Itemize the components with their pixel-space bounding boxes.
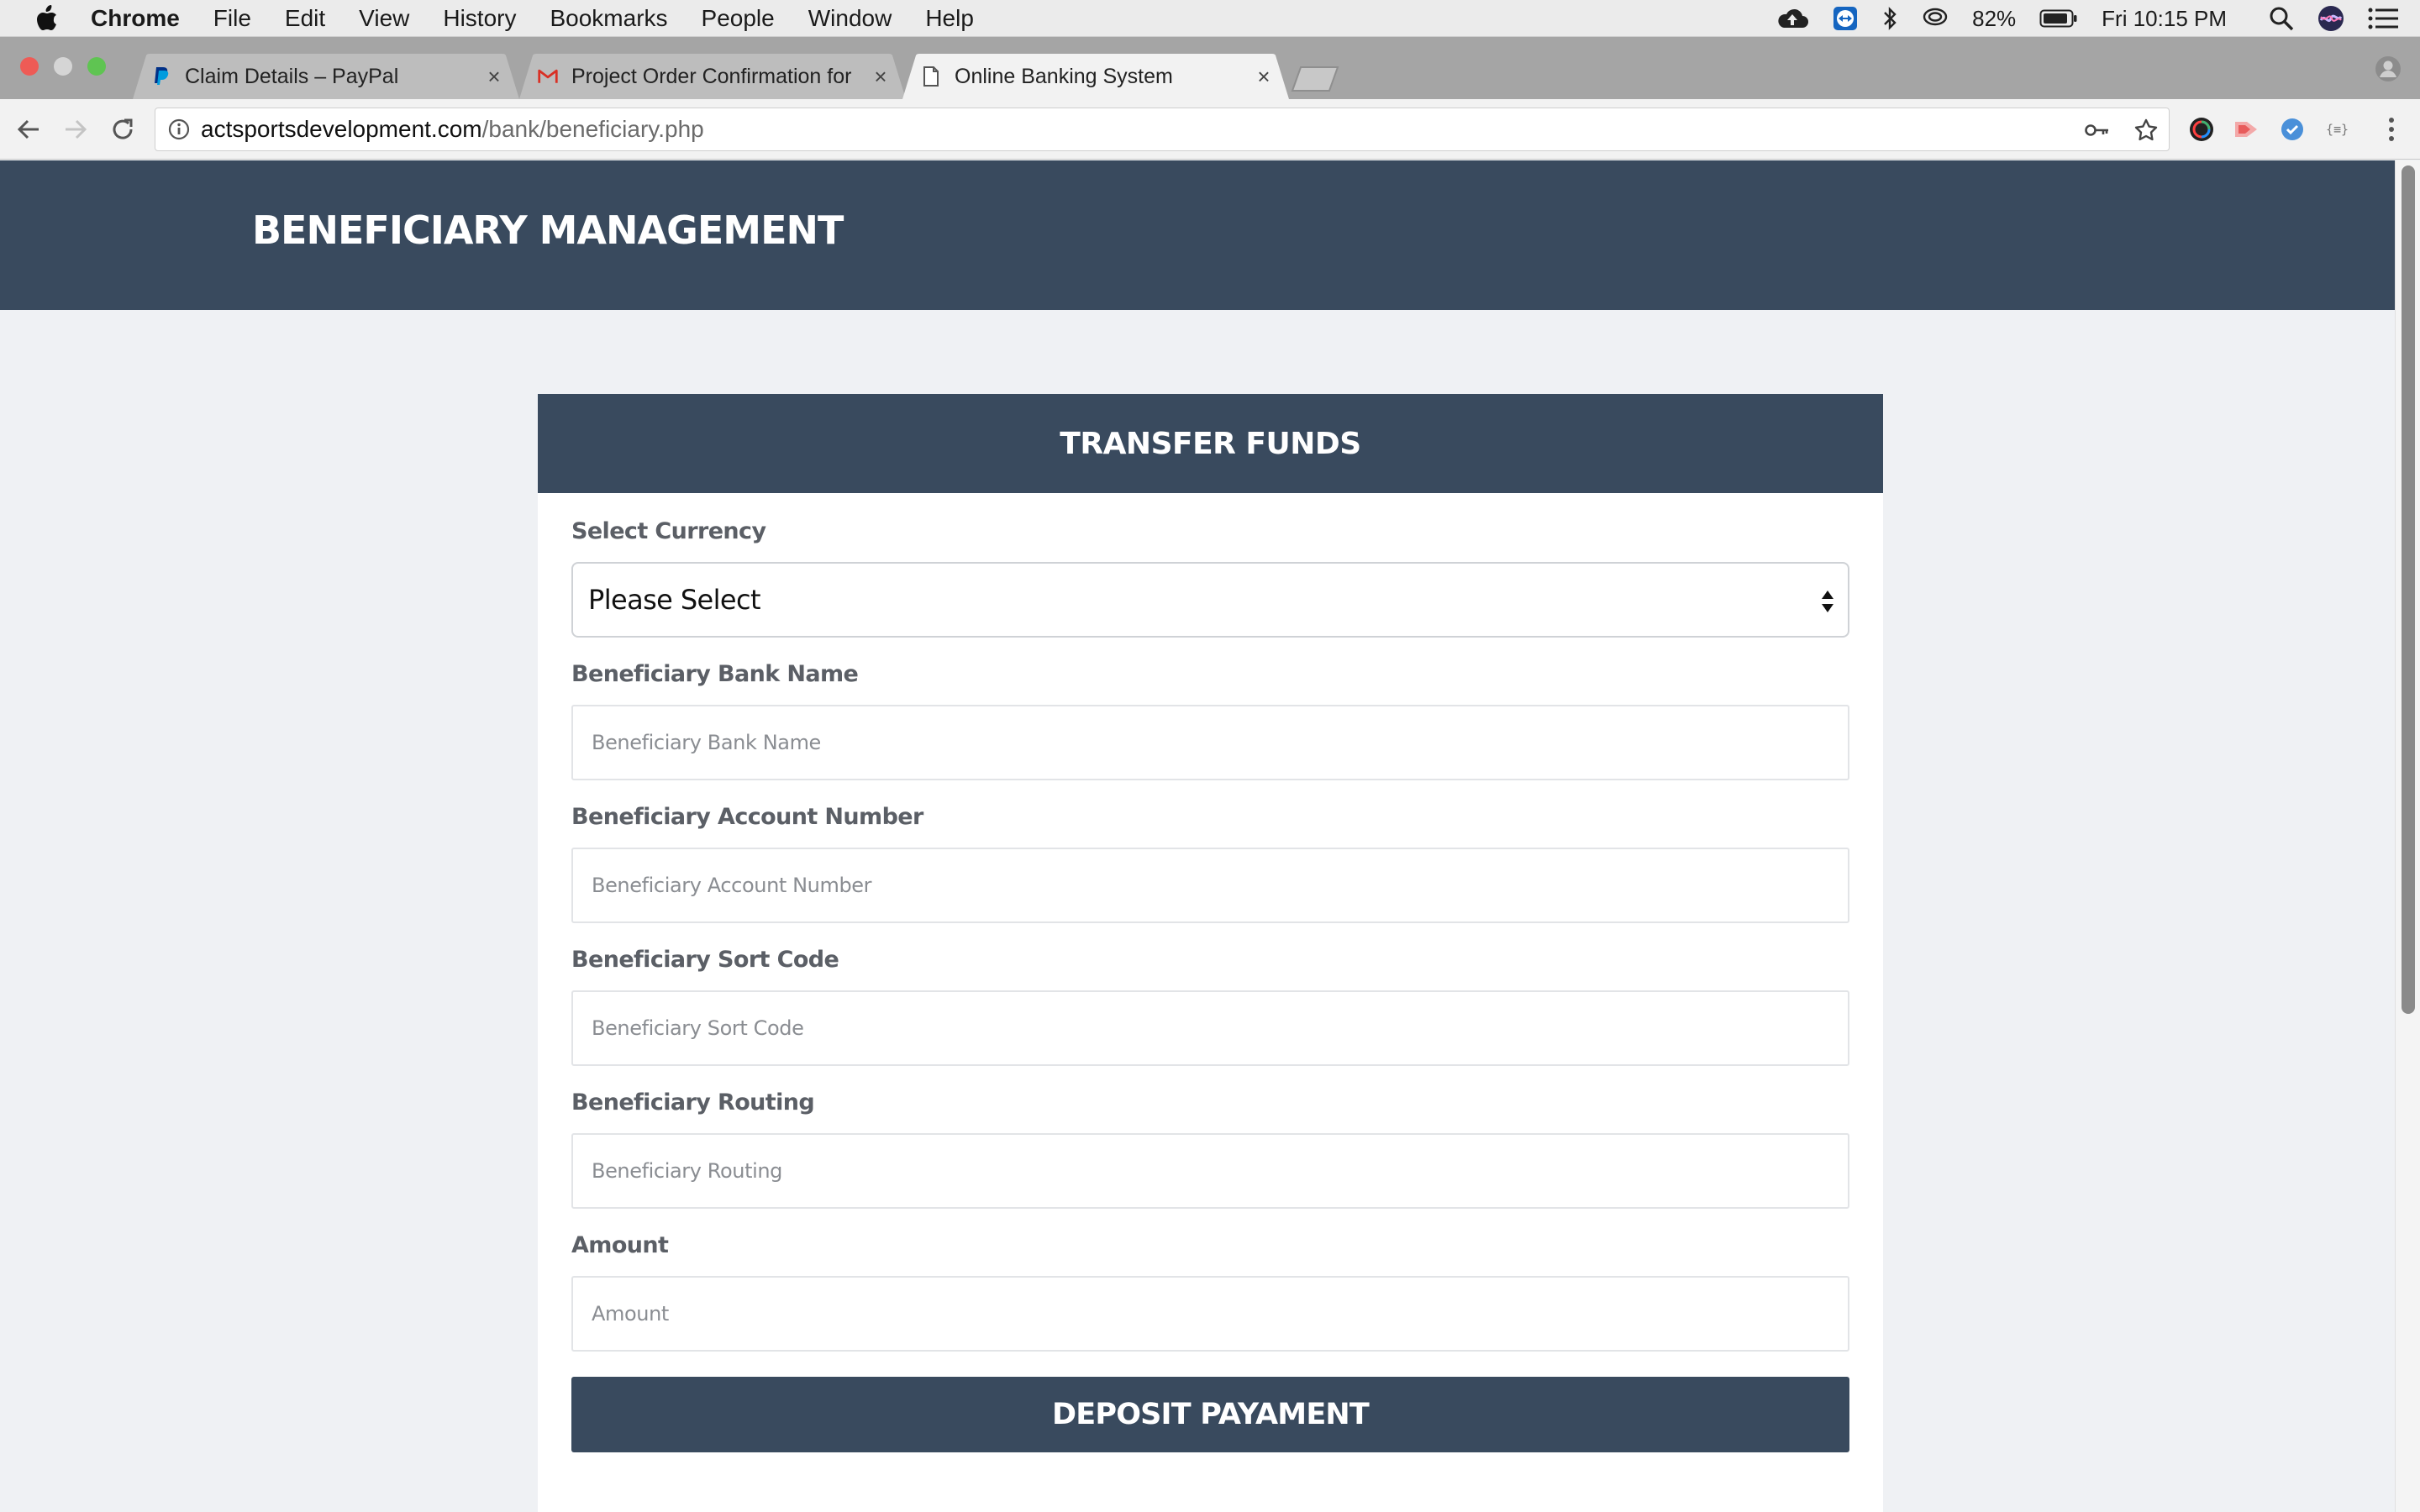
transfer-funds-card: TRANSFER FUNDS Select Currency Please Se… xyxy=(538,394,1883,1512)
routing-input[interactable] xyxy=(571,1133,1849,1209)
tab-close-icon[interactable]: × xyxy=(1254,64,1274,89)
menu-people[interactable]: People xyxy=(702,5,775,32)
address-bar[interactable]: actsportsdevelopment.com/bank/beneficiar… xyxy=(155,108,2170,151)
url-text[interactable]: actsportsdevelopment.com/bank/beneficiar… xyxy=(201,116,704,143)
tab-online-banking[interactable]: Online Banking System × xyxy=(902,54,1289,99)
airplay-icon[interactable] xyxy=(1922,7,1949,30)
profile-icon[interactable] xyxy=(2375,55,2402,82)
document-icon xyxy=(921,66,941,87)
page-header: BENEFICIARY MANAGEMENT xyxy=(0,160,2395,310)
url-host: actsportsdevelopment.com xyxy=(201,116,482,142)
card-title: TRANSFER FUNDS xyxy=(1060,426,1361,461)
chrome-menu-icon[interactable] xyxy=(2378,116,2405,143)
teamviewer-icon[interactable] xyxy=(1833,6,1858,31)
routing-label: Beneficiary Routing xyxy=(571,1089,815,1116)
sort-code-input[interactable] xyxy=(571,990,1849,1066)
currency-select-value: Please Select xyxy=(588,584,761,616)
tab-title: Project Order Confirmation for xyxy=(571,64,852,88)
page-title: BENEFICIARY MANAGEMENT xyxy=(252,207,844,253)
amount-input[interactable] xyxy=(571,1276,1849,1352)
menu-view[interactable]: View xyxy=(359,5,409,32)
extension-json-icon[interactable]: {≡} xyxy=(2326,116,2353,143)
tab-project-order[interactable]: Project Order Confirmation for × xyxy=(519,54,906,99)
menu-window[interactable]: Window xyxy=(808,5,892,32)
tab-title: Online Banking System xyxy=(955,64,1173,88)
tab-title: Claim Details – PayPal xyxy=(185,64,399,88)
bookmark-star-icon[interactable] xyxy=(2133,118,2159,143)
menu-help[interactable]: Help xyxy=(925,5,974,32)
password-key-icon[interactable] xyxy=(2085,123,2110,138)
account-number-label: Beneficiary Account Number xyxy=(571,804,923,830)
menu-file[interactable]: File xyxy=(213,5,251,32)
extension-check-icon[interactable] xyxy=(2279,116,2306,143)
site-info-icon[interactable] xyxy=(167,118,191,141)
page-scrollbar[interactable] xyxy=(2395,160,2420,1512)
bank-name-label: Beneficiary Bank Name xyxy=(571,661,859,687)
extension-cast-icon[interactable] xyxy=(2233,116,2260,143)
forward-arrow-icon[interactable] xyxy=(60,114,91,144)
new-tab-button[interactable] xyxy=(1289,66,1341,92)
menu-app-name[interactable]: Chrome xyxy=(91,5,180,32)
battery-percent: 82% xyxy=(1972,5,2017,31)
amount-label: Amount xyxy=(571,1232,669,1258)
battery-icon[interactable] xyxy=(2039,8,2078,29)
menu-clock[interactable]: Fri 10:15 PM xyxy=(2102,6,2227,32)
window-close-button[interactable] xyxy=(20,57,39,76)
scrollbar-thumb[interactable] xyxy=(2402,165,2415,1014)
tab-close-icon[interactable]: × xyxy=(871,64,891,89)
bluetooth-icon[interactable] xyxy=(1881,6,1898,31)
window-minimize-button[interactable] xyxy=(54,57,72,76)
gmail-icon xyxy=(538,66,558,87)
account-number-input[interactable] xyxy=(571,848,1849,923)
siri-icon[interactable] xyxy=(2317,5,2344,32)
page-content: BENEFICIARY MANAGEMENT TRANSFER FUNDS Se… xyxy=(0,160,2395,1512)
notification-center-icon[interactable] xyxy=(2368,8,2398,29)
tab-claim-details[interactable]: Claim Details – PayPal × xyxy=(133,54,519,99)
apple-icon[interactable] xyxy=(34,4,59,33)
deposit-payment-button[interactable]: DEPOSIT PAYAMENT xyxy=(571,1377,1849,1452)
card-header: TRANSFER FUNDS xyxy=(538,394,1883,493)
extension-color-icon[interactable] xyxy=(2188,116,2215,143)
browser-toolbar: actsportsdevelopment.com/bank/beneficiar… xyxy=(0,99,2420,160)
menu-bookmarks[interactable]: Bookmarks xyxy=(550,5,667,32)
menu-history[interactable]: History xyxy=(443,5,516,32)
tab-strip: Claim Details – PayPal × Project Order C… xyxy=(0,37,2420,99)
menu-edit[interactable]: Edit xyxy=(285,5,325,32)
url-path: /bank/beneficiary.php xyxy=(481,116,704,142)
reload-icon[interactable] xyxy=(108,114,138,144)
svg-text:{≡}: {≡} xyxy=(2326,122,2349,137)
select-arrows-icon xyxy=(1822,591,1833,612)
sort-code-label: Beneficiary Sort Code xyxy=(571,947,839,973)
back-arrow-icon[interactable] xyxy=(13,114,44,144)
window-zoom-button[interactable] xyxy=(87,57,106,76)
bank-name-input[interactable] xyxy=(571,705,1849,780)
deposit-payment-label: DEPOSIT PAYAMENT xyxy=(1051,1398,1370,1431)
spotlight-search-icon[interactable] xyxy=(2269,6,2294,31)
menu-bar: Chrome File Edit View History Bookmarks … xyxy=(0,0,2420,37)
tab-close-icon[interactable]: × xyxy=(484,64,504,89)
currency-select[interactable]: Please Select xyxy=(571,562,1849,638)
paypal-icon xyxy=(151,66,171,87)
cloud-upload-icon[interactable] xyxy=(1776,8,1809,29)
currency-label: Select Currency xyxy=(571,518,766,544)
